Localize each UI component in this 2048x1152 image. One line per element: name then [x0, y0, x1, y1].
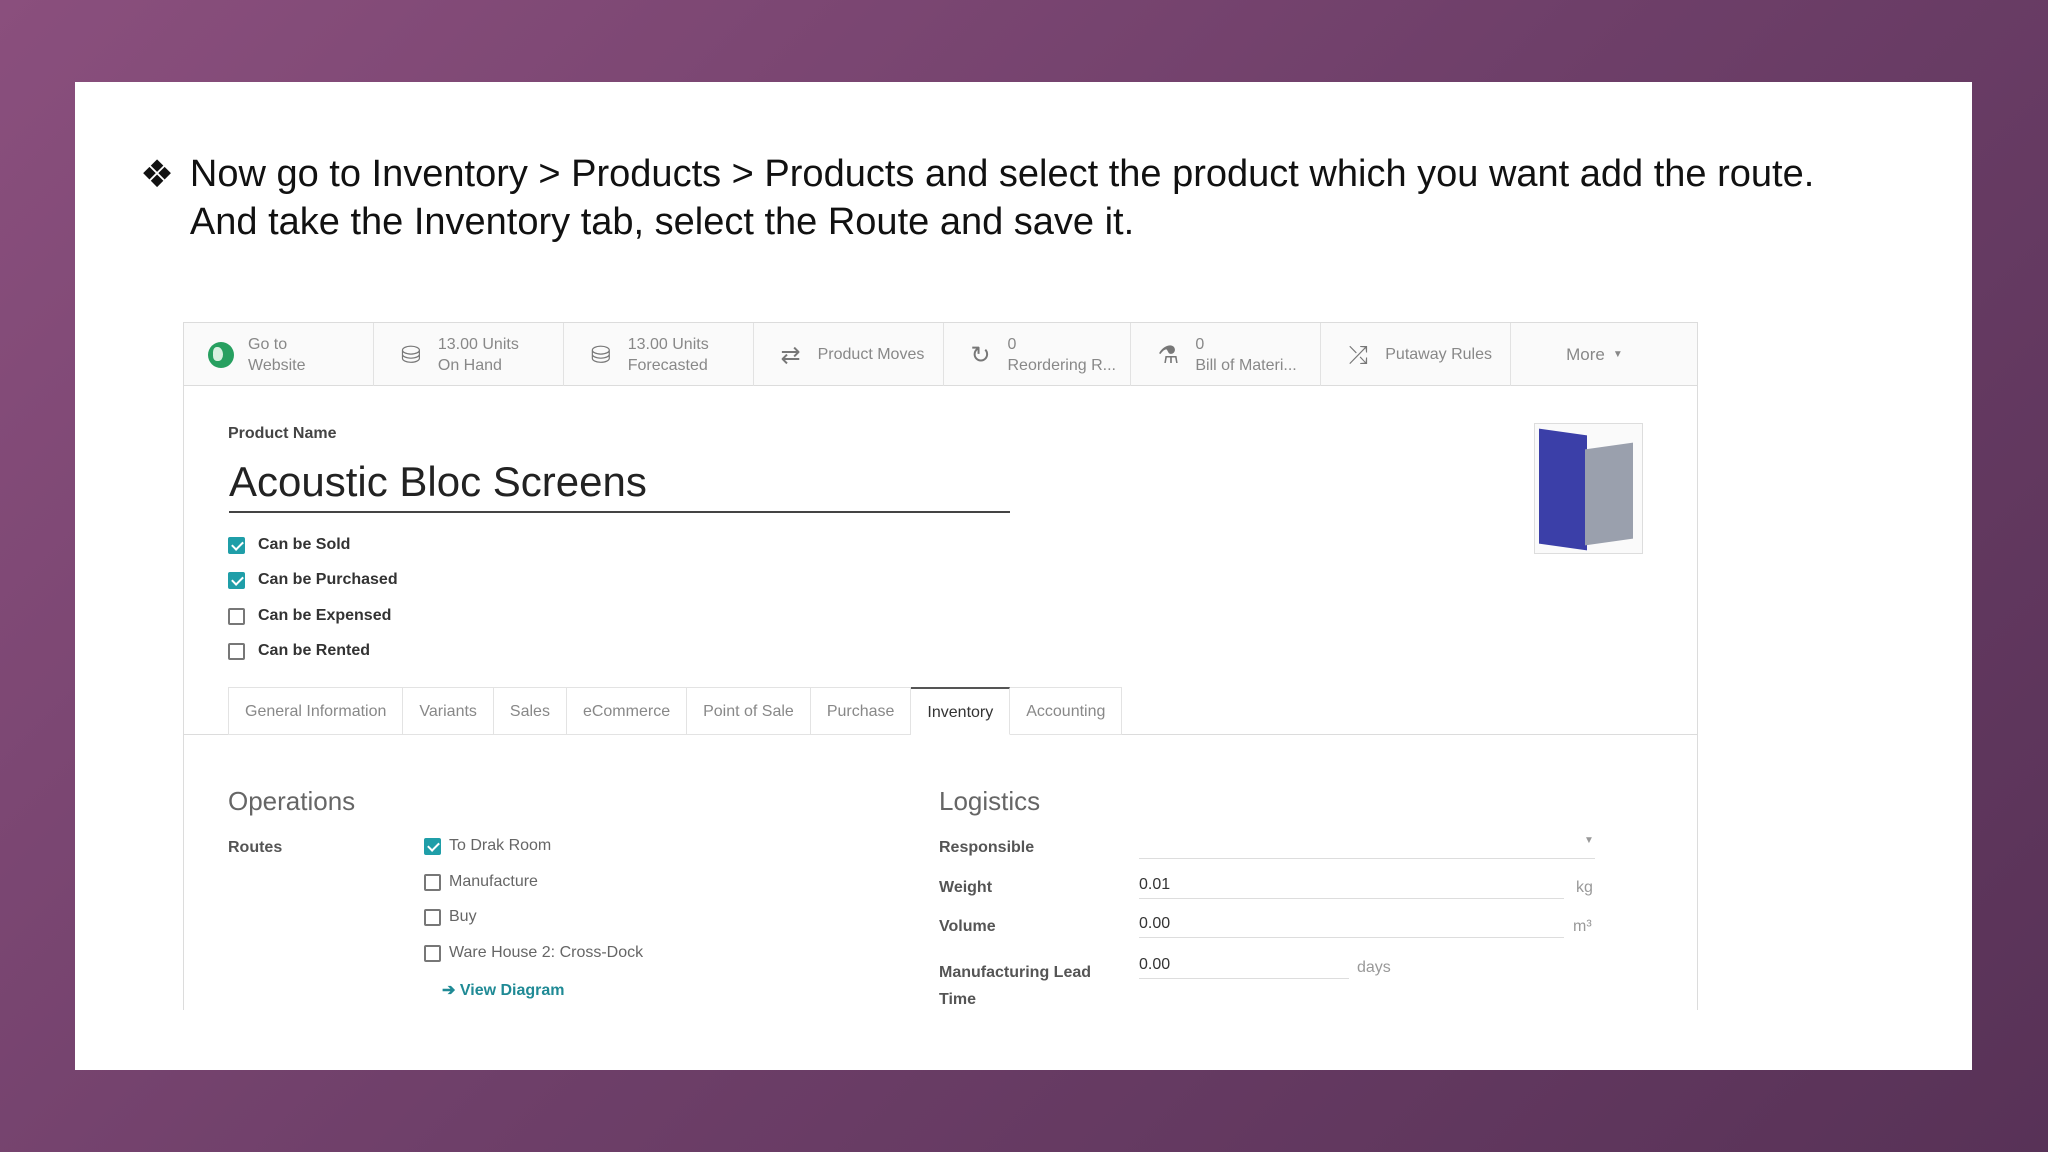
route-manufacture[interactable]: Manufacture: [424, 873, 538, 891]
go-to-website-button[interactable]: Go to Website: [184, 323, 374, 386]
product-name-label: Product Name: [228, 425, 337, 442]
route-buy[interactable]: Buy: [424, 908, 477, 926]
bill-of-materials-button[interactable]: ⚗ 0 Bill of Materi...: [1131, 323, 1322, 386]
arrow-right-icon: ➔: [442, 982, 460, 999]
odoo-product-form: Go to Website ⛁ 13.00 Units On Hand ⛁ 13.0…: [183, 322, 1698, 1010]
lead-time-input[interactable]: 0.00: [1139, 951, 1349, 979]
tab-variants[interactable]: Variants: [403, 687, 494, 735]
tab-accounting[interactable]: Accounting: [1010, 687, 1123, 735]
tab-purchase[interactable]: Purchase: [810, 687, 912, 735]
shuffle-icon: ⤮: [1348, 340, 1368, 369]
route-label: To Drak Room: [449, 837, 552, 854]
instruction-text: Now go to Inventory > Products > Product…: [189, 153, 1815, 243]
more-label: More: [1566, 344, 1605, 364]
reordering-rules-button[interactable]: ↻ 0 Reordering R...: [944, 323, 1132, 386]
checkbox-unchecked[interactable]: [228, 642, 245, 660]
tab-inventory[interactable]: Inventory: [911, 687, 1011, 735]
weight-unit: kg: [1576, 879, 1593, 896]
slide: ❖ Now go to Inventory > Products > Produ…: [75, 82, 1972, 1070]
can-be-expensed-checkbox[interactable]: Can be Expensed: [228, 607, 391, 625]
notebook-tabs: General Information Variants Sales eComm…: [228, 687, 1123, 735]
checkbox-label: Can be Sold: [258, 536, 351, 553]
button-line2: Forecasted: [627, 356, 708, 374]
button-line1: 0: [1195, 335, 1205, 353]
route-label: Manufacture: [449, 873, 538, 890]
button-line1: 13.00 Units: [437, 335, 519, 353]
smart-button-bar: Go to Website ⛁ 13.00 Units On Hand ⛁ 13.0…: [184, 323, 1697, 386]
exchange-arrows-icon: ⇄: [780, 340, 801, 369]
instruction-row: ❖ Now go to Inventory > Products > Produ…: [140, 150, 1882, 246]
volume-unit: m³: [1573, 918, 1592, 935]
responsible-select[interactable]: [1139, 831, 1595, 859]
tab-point-of-sale[interactable]: Point of Sale: [687, 687, 811, 735]
weight-input[interactable]: 0.01: [1139, 871, 1564, 899]
button-line1: 13.00 Units: [627, 335, 709, 353]
checkbox-label: Can be Purchased: [258, 571, 398, 588]
caret-down-icon: ▼: [1584, 835, 1594, 846]
route-label: Buy: [449, 908, 477, 925]
cubes-icon: ⛁: [590, 340, 611, 369]
more-button[interactable]: More ▼: [1511, 323, 1697, 386]
view-diagram-link[interactable]: ➔ View Diagram: [442, 980, 565, 1000]
cubes-icon: ⛁: [400, 340, 421, 369]
on-hand-button[interactable]: ⛁ 13.00 Units On Hand: [374, 323, 564, 386]
manufacturing-lead-time-label: Manufacturing Lead Time: [939, 959, 1091, 1010]
logistics-title: Logistics: [939, 786, 1041, 816]
product-name-input[interactable]: Acoustic Bloc Screens: [229, 458, 1010, 513]
checkbox-unchecked[interactable]: [424, 908, 441, 926]
volume-input[interactable]: 0.00: [1139, 910, 1564, 938]
button-line2: Website: [248, 356, 306, 374]
tab-ecommerce[interactable]: eCommerce: [566, 687, 688, 735]
button-line1: 0: [1007, 335, 1017, 353]
checkbox-unchecked[interactable]: [424, 873, 441, 891]
product-image[interactable]: [1534, 423, 1643, 554]
can-be-purchased-checkbox[interactable]: Can be Purchased: [228, 571, 398, 589]
flask-icon: ⚗: [1157, 340, 1180, 369]
volume-label: Volume: [939, 918, 996, 935]
product-moves-button[interactable]: ⇄ Product Moves: [754, 323, 944, 386]
checkbox-unchecked[interactable]: [424, 944, 441, 962]
button-line1: Product Moves: [817, 346, 925, 363]
checkbox-checked[interactable]: [424, 837, 441, 855]
globe-icon: [202, 341, 240, 368]
route-label: Ware House 2: Cross-Dock: [449, 944, 644, 961]
checkbox-label: Can be Expensed: [258, 607, 392, 624]
button-line2: Reordering R...: [1007, 356, 1117, 374]
can-be-rented-checkbox[interactable]: Can be Rented: [228, 642, 370, 660]
checkbox-checked[interactable]: [228, 536, 245, 554]
lead-label-line2: Time: [939, 991, 977, 1008]
caret-down-icon: ▼: [1612, 349, 1623, 360]
checkbox-unchecked[interactable]: [228, 607, 245, 625]
checkbox-checked[interactable]: [228, 571, 245, 589]
operations-title: Operations: [228, 786, 356, 816]
bullet-icon: ❖: [140, 152, 175, 196]
putaway-rules-button[interactable]: ⤮ Putaway Rules: [1321, 323, 1512, 386]
responsible-label: Responsible: [939, 839, 1035, 856]
tab-sales[interactable]: Sales: [493, 687, 567, 735]
route-to-drak-room[interactable]: To Drak Room: [424, 837, 551, 855]
lead-label-line1: Manufacturing Lead: [939, 964, 1092, 981]
button-line2: On Hand: [437, 356, 502, 374]
button-line1: Go to: [248, 335, 288, 353]
tab-general-information[interactable]: General Information: [228, 687, 404, 735]
route-cross-dock[interactable]: Ware House 2: Cross-Dock: [424, 944, 643, 962]
refresh-icon: ↻: [970, 340, 991, 369]
forecasted-button[interactable]: ⛁ 13.00 Units Forecasted: [564, 323, 754, 386]
weight-label: Weight: [939, 879, 993, 896]
button-line1: Putaway Rules: [1385, 346, 1492, 363]
view-diagram-label: View Diagram: [459, 982, 565, 999]
can-be-sold-checkbox[interactable]: Can be Sold: [228, 536, 350, 554]
button-line2: Bill of Materi...: [1195, 356, 1297, 374]
checkbox-label: Can be Rented: [258, 642, 371, 659]
routes-label: Routes: [228, 839, 283, 856]
lead-time-unit: days: [1357, 959, 1391, 976]
